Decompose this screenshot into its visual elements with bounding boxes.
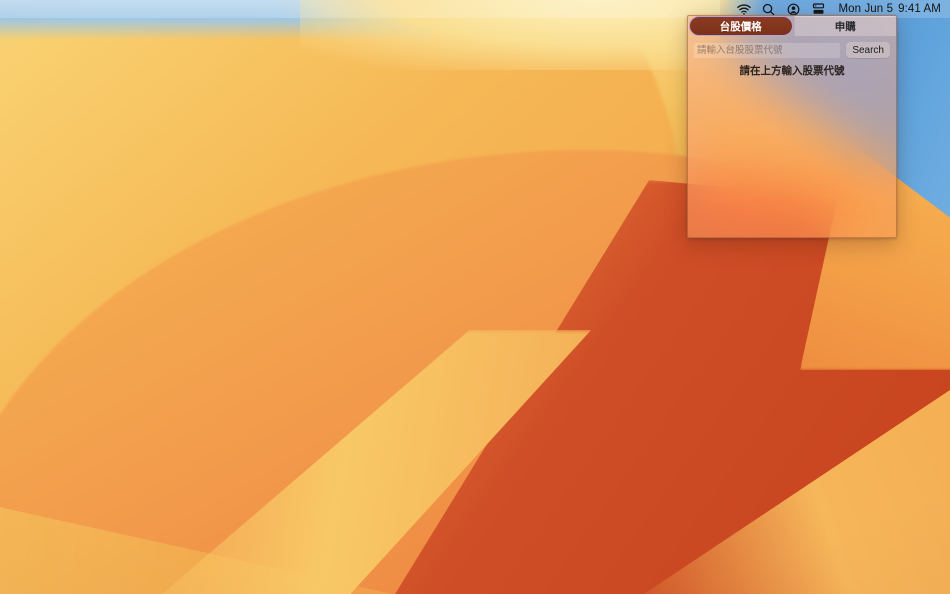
search-button[interactable]: Search (846, 42, 890, 58)
menu-bar-time: 9:41 AM (898, 3, 941, 15)
menu-bar-clock[interactable]: Mon Jun 5 9:41 AM (838, 3, 941, 15)
tab-bar: 台股價格 申購 (688, 16, 896, 36)
empty-state-message: 請在上方輸入股票代號 (739, 65, 845, 77)
tab-subscription[interactable]: 申購 (793, 16, 896, 36)
menu-bar-date: Mon Jun 5 (838, 3, 894, 15)
tab-subscription-label: 申購 (834, 21, 856, 33)
results-area: 請在上方輸入股票代號 (688, 58, 896, 208)
tab-taiwan-stock-price[interactable]: 台股價格 (689, 16, 793, 36)
stock-code-input[interactable] (694, 42, 841, 58)
search-row: Search (688, 36, 896, 58)
desktop-screen: Mon Jun 5 9:41 AM 台股價格 申購 Search 請在上方輸入股票… (0, 0, 950, 594)
tab-taiwan-stock-price-label: 台股價格 (719, 20, 762, 33)
stock-app-window: 台股價格 申購 Search 請在上方輸入股票代號 (687, 15, 897, 238)
